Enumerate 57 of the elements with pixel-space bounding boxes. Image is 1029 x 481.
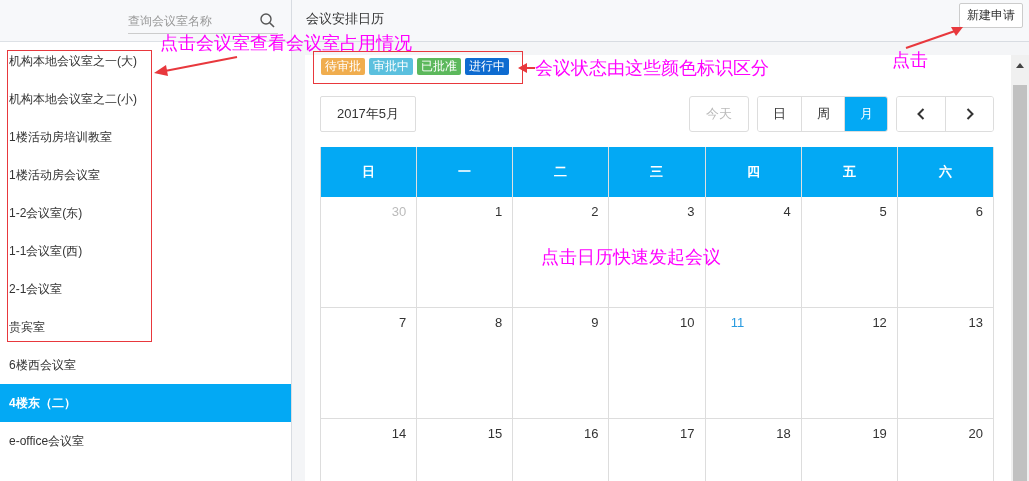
day-number: 9 [591, 315, 599, 330]
search-icon[interactable] [260, 13, 275, 28]
room-item[interactable]: 1楼活动房会议室 [0, 156, 102, 194]
day-number: 17 [680, 426, 695, 441]
weekday-header: 四 [705, 147, 802, 197]
day-number: 11 [730, 315, 746, 330]
day-number: 18 [776, 426, 791, 441]
day-number: 10 [680, 315, 695, 330]
annotation-arrow [905, 27, 963, 49]
status-tag: 审批中 [369, 58, 413, 75]
room-item[interactable]: 1-2会议室(东) [0, 194, 85, 232]
day-number: 12 [872, 315, 887, 330]
weekday-header: 五 [801, 147, 898, 197]
day-number: 1 [495, 204, 503, 219]
scrollbar-thumb[interactable] [1013, 85, 1027, 481]
day-number: 7 [398, 315, 407, 330]
day-number: 15 [487, 426, 503, 441]
new-request-button[interactable]: 新建申请 [959, 3, 1023, 28]
weekday-header: 六 [897, 147, 994, 197]
page-title: 会议安排日历 [306, 10, 384, 28]
month-label: 2017年5月 [320, 96, 416, 132]
room-item[interactable]: 2-1会议室 [0, 270, 65, 308]
status-tag: 进行中 [465, 58, 509, 75]
weekday-header: 日 [321, 147, 418, 197]
room-item[interactable]: 1-1会议室(西) [0, 232, 85, 270]
status-tag: 待审批 [321, 58, 365, 75]
day-number: 5 [879, 204, 887, 219]
status-tag: 已批准 [417, 58, 461, 75]
weekday-header: 二 [513, 147, 610, 197]
chevron-right-icon [965, 108, 974, 120]
day-number: 13 [968, 315, 983, 330]
scroll-up-icon[interactable] [1016, 63, 1024, 68]
next-button[interactable] [945, 97, 993, 131]
day-number: 3 [687, 204, 695, 219]
room-item[interactable]: 6楼西会议室 [0, 346, 78, 384]
day-number: 6 [975, 204, 983, 219]
annotation-arrow [518, 63, 536, 73]
room-item[interactable]: 机构本地会议室之一(大) [0, 42, 139, 80]
weekday-header: 一 [417, 147, 514, 197]
day-number: 2 [591, 204, 599, 219]
day-number: 16 [583, 426, 599, 441]
day-number: 20 [968, 426, 983, 441]
annotation-text: 点击日历快速发起会议 [541, 247, 721, 267]
room-item[interactable]: 贵宾室 [0, 308, 47, 346]
room-item[interactable]: 1楼活动房培训教室 [0, 118, 114, 156]
chevron-left-icon [917, 108, 925, 120]
day-number: 14 [391, 426, 407, 441]
room-item[interactable]: 机构本地会议室之二(小) [0, 80, 139, 118]
scrollbar[interactable] [1011, 55, 1029, 481]
room-item[interactable]: e-office会议室 [0, 422, 87, 460]
day-number: 30 [391, 204, 407, 219]
day-number: 8 [495, 315, 503, 330]
annotation-text: 会议状态由这些颜色标识区分 [535, 58, 769, 78]
day-number: 4 [783, 204, 791, 219]
day-number: 19 [872, 426, 887, 441]
weekday-header: 三 [609, 147, 706, 197]
annotation-text: 点击 [892, 50, 928, 70]
